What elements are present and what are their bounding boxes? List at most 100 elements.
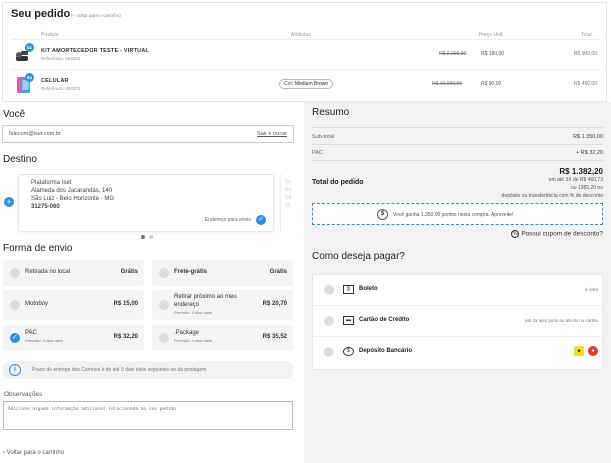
- shipping-option-nearby[interactable]: Retirar próximo ao meu endereço Previsão…: [152, 290, 293, 320]
- summary-title: Resumo: [312, 107, 350, 118]
- check-icon[interactable]: ✓: [10, 333, 20, 343]
- payment-option-label: Boleto: [359, 286, 378, 292]
- shipping-cost-label: PAC: [312, 150, 323, 156]
- cash-price-text: ou 1382,20 no: [571, 185, 603, 191]
- you-section-title: Você: [3, 109, 26, 120]
- quantity-badge: 5x: [25, 43, 34, 52]
- switch-account-link[interactable]: Sair e trocar: [257, 131, 287, 137]
- address-city: São Luiz - Belo Horizonte - MG: [31, 196, 115, 202]
- old-price: R$ 10.000,00: [432, 81, 463, 87]
- product-reference: Referência: 554022: [41, 56, 81, 61]
- radio-button[interactable]: [10, 300, 20, 310]
- radio-button[interactable]: [159, 333, 169, 343]
- unit-price: R$ 180,00: [481, 51, 505, 57]
- address-street: Alameda dos Jacarandás, 140: [31, 188, 113, 194]
- credit-card-icon: ▬: [343, 316, 354, 325]
- attribute-key: Cor:: [284, 81, 294, 87]
- shipping-option-free[interactable]: Frete-grátis Grátis: [152, 260, 293, 286]
- shipping-option-pac[interactable]: ✓ PAC Previsão: 9 dias úteis R$ 32,20: [3, 325, 144, 351]
- divider: [312, 160, 603, 161]
- add-address-button[interactable]: +: [4, 197, 14, 207]
- next-card-text: Sã: [285, 195, 292, 201]
- order-total-value: R$ 1.382,20: [559, 167, 603, 176]
- shipping-option-label: Frete-grátis: [174, 269, 208, 275]
- subtotal-value: R$ 1.350,00: [573, 134, 603, 140]
- percent-icon: %: [511, 230, 520, 238]
- shipping-info-bar: i Prazo de entrega dos Correios é de até…: [2, 361, 294, 379]
- bank-icon: $: [343, 347, 354, 356]
- shipping-option-price: Grátis: [269, 269, 287, 275]
- shipping-option-pickup[interactable]: Retirada no local Grátis: [3, 260, 144, 286]
- radio-button[interactable]: [324, 347, 334, 357]
- shipping-option-estimate: Previsão: 4 dias úteis: [174, 310, 213, 315]
- shipping-cost-value: + R$ 32,20: [575, 150, 603, 156]
- payment-option-boleto[interactable]: ||| Boleto à vista: [313, 275, 604, 306]
- bank-logo-red-icon: ●: [588, 346, 598, 356]
- back-to-cart-link[interactable]: ‹ Voltar para o carrinho: [3, 450, 64, 456]
- carousel-dot-2[interactable]: [149, 235, 153, 239]
- installments-text: em até 3X de R$ 460,73: [548, 177, 603, 183]
- next-card-text: 35: [285, 203, 291, 209]
- discount-note: depósito ou transferência com % de desco…: [501, 193, 603, 199]
- order-title: Seu pedido: [11, 8, 71, 20]
- line-total: R$ 900,00: [573, 51, 597, 57]
- shipping-option-label: Motoboy: [25, 301, 49, 307]
- shipping-option-estimate: Previsão: 4 dias úteis: [174, 338, 213, 343]
- divider: [312, 127, 603, 128]
- radio-button[interactable]: [159, 268, 169, 278]
- column-header-total: Total: [581, 32, 592, 38]
- next-card-text: Su: [285, 179, 292, 185]
- shipping-option-estimate: Previsão: 9 dias úteis: [25, 338, 64, 343]
- old-price: R$ 2.000,00: [439, 51, 467, 57]
- shipping-option-price: R$ 35,52: [262, 334, 287, 340]
- barcode-icon: |||: [343, 285, 354, 294]
- radio-button[interactable]: [324, 285, 334, 295]
- info-icon: i: [9, 364, 21, 376]
- shipping-option-price: R$ 20,70: [262, 301, 287, 307]
- back-to-cart-small-link[interactable]: (« Voltar para o carrinho): [71, 13, 121, 18]
- check-icon: ✓: [256, 215, 266, 225]
- carousel-dots: [141, 235, 157, 241]
- radio-button[interactable]: [324, 316, 334, 326]
- shipping-option-package[interactable]: .Package Previsão: 4 dias úteis R$ 35,52: [152, 325, 293, 351]
- coupon-link[interactable]: % Possui cupom de desconto?: [511, 230, 603, 238]
- address-card[interactable]: Plataforma Iset Alameda dos Jacarandás, …: [18, 174, 274, 232]
- product-reference: Referência: 554023: [41, 86, 81, 91]
- coin-icon: $: [377, 209, 388, 220]
- table-row: 5x CELULAR Referência: 554023 Cor: Mediu…: [11, 69, 601, 99]
- shipping-option-label-line2: endereço: [174, 302, 200, 308]
- loyalty-points-banner: $ Você ganha 1.350,00 pontos nesta compr…: [312, 203, 603, 225]
- column-header-attributes: Atributos: [291, 32, 311, 38]
- address-card-next[interactable]: Su Ru Sã 35: [280, 174, 294, 232]
- shipping-option-price: R$ 15,00: [113, 301, 138, 307]
- attribute-chip: Cor: Medium Brown: [279, 79, 334, 89]
- product-name: KIT AMORTECEDOR TESTE - VIRTUAL: [41, 48, 150, 54]
- radio-button[interactable]: [159, 300, 169, 310]
- address-zip: 31275-060: [31, 204, 60, 210]
- payment-option-label: Cartão de Crédito: [359, 317, 410, 323]
- payment-methods-list: ||| Boleto à vista ▬ Cartão de Crédito e…: [312, 274, 604, 370]
- order-total-label: Total do pedido: [312, 179, 364, 186]
- carousel-dot-1[interactable]: [141, 235, 145, 239]
- divider: [312, 144, 603, 145]
- shipping-option-price: Grátis: [120, 269, 138, 275]
- loyalty-points-text: Você ganha 1.350,00 pontos nesta compra.…: [393, 212, 514, 218]
- address-name: Plataforma Iset: [31, 180, 72, 186]
- coupon-label: Possui cupom de desconto?: [521, 230, 603, 238]
- shipping-address-tag: Endereço para envio: [204, 217, 251, 223]
- column-header-unit-price: Preço Unit.: [479, 32, 504, 38]
- payment-section-title: Como deseja pagar?: [312, 251, 405, 262]
- radio-button[interactable]: [10, 268, 20, 278]
- table-row: 5x KIT AMORTECEDOR TESTE - VIRTUAL Refer…: [11, 39, 601, 69]
- quantity-badge: 5x: [25, 73, 34, 82]
- shipping-option-price: R$ 32,20: [113, 334, 138, 340]
- shipping-option-motoboy[interactable]: Motoboy R$ 15,00: [3, 290, 144, 320]
- shipping-section-title: Forma de envio: [3, 243, 73, 254]
- payment-option-note: em 3x sem juros ou até 8x no cartão: [525, 318, 598, 323]
- payment-option-bank-deposit[interactable]: $ Depósito Bancário ■ ●: [313, 337, 604, 368]
- attribute-value: Medium Brown: [294, 81, 329, 87]
- bank-logo-yellow-icon: ■: [574, 346, 584, 356]
- shipping-option-label: PAC: [25, 330, 37, 336]
- payment-option-credit-card[interactable]: ▬ Cartão de Crédito em 3x sem juros ou a…: [313, 306, 604, 337]
- notes-textarea[interactable]: [3, 401, 293, 430]
